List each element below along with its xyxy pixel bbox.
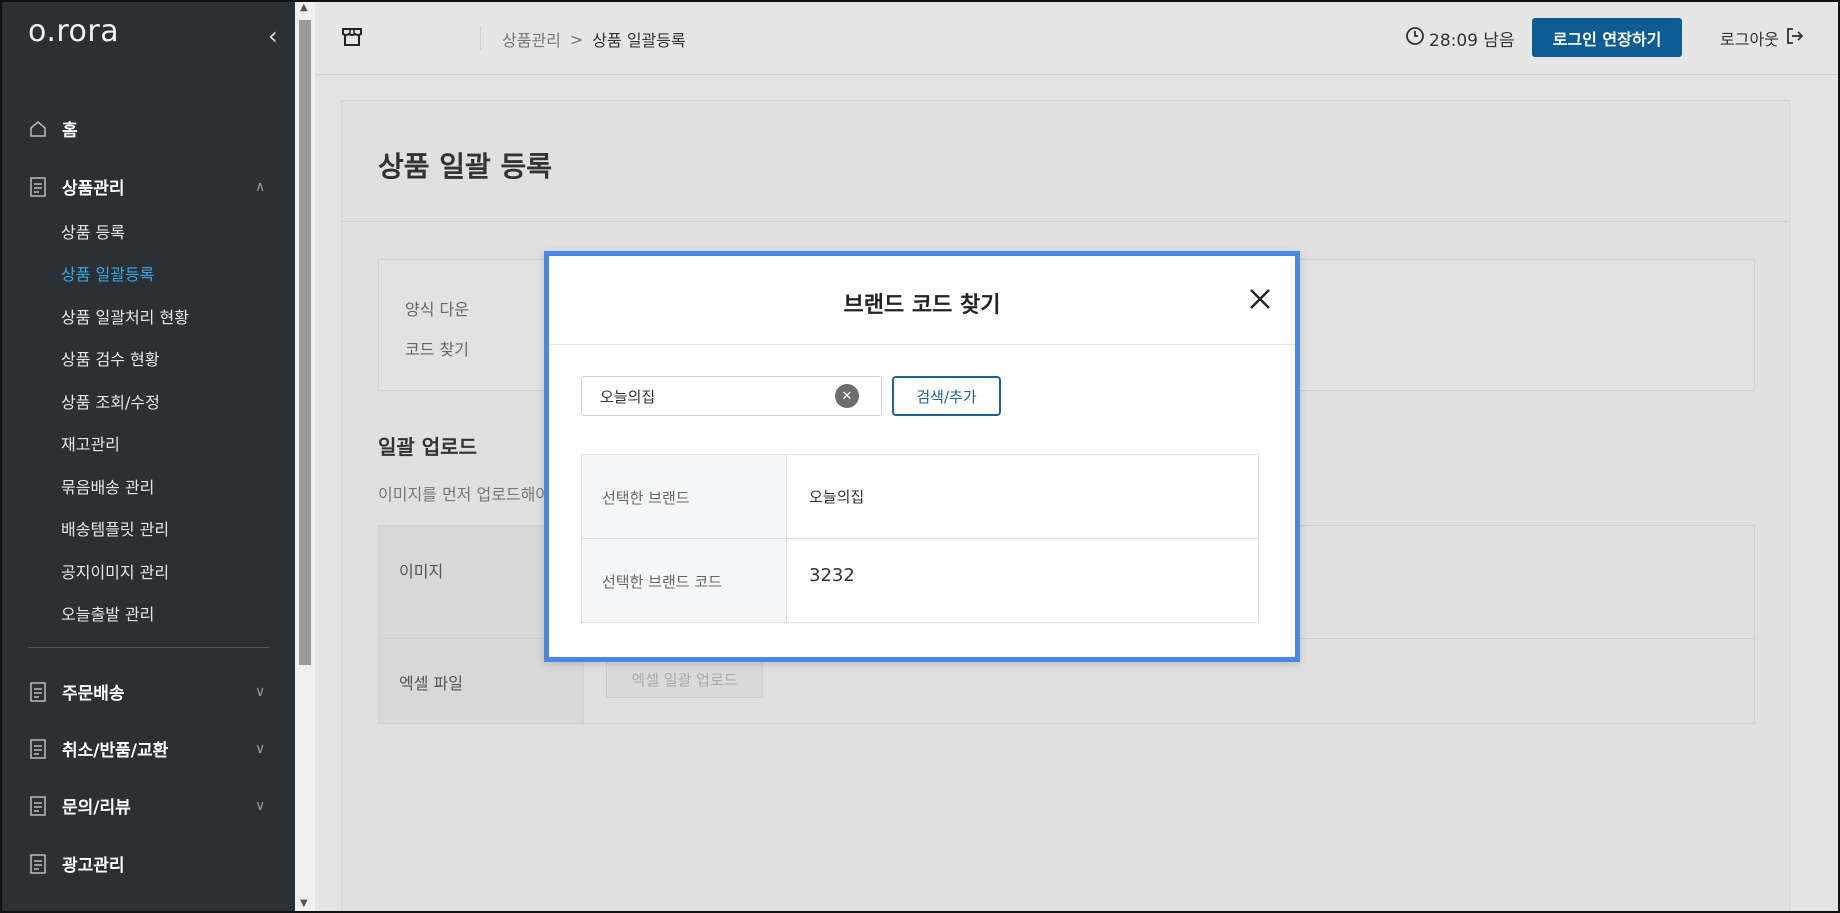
sidebar-item-order-delivery[interactable]: 주문배송 ∨ [28, 679, 265, 704]
table-row: 선택한 브랜드 오늘의집 [582, 455, 1258, 539]
top-header: 상품관리 > 상품 일괄등록 28:09 남음 로그인 연장하기 로그아웃 [315, 0, 1840, 75]
document-icon [28, 176, 48, 197]
sidebar-item-home[interactable]: 홈 [28, 116, 78, 141]
selected-code-value: 3232 [809, 565, 855, 586]
selected-brand-label: 선택한 브랜드 [602, 489, 690, 507]
chevron-down-icon: ∨ [255, 740, 266, 757]
info-code-search: 코드 찾기 [405, 340, 469, 359]
sidebar-item-label: 문의/리뷰 [62, 798, 131, 818]
clock-icon [1405, 26, 1425, 51]
sidebar-subitem-inventory[interactable]: 재고관리 [61, 431, 120, 455]
collapse-sidebar-icon[interactable]: ‹ [268, 22, 278, 50]
selected-brand-value: 오늘의집 [809, 488, 865, 506]
modal-title: 브랜드 코드 찾기 [843, 293, 1001, 318]
document-icon [28, 853, 48, 874]
sidebar-item-cancel-return[interactable]: 취소/반품/교환 ∨ [28, 736, 265, 761]
chevron-up-icon: ∧ [255, 178, 266, 195]
info-template-download: 양식 다운 [405, 300, 469, 319]
row-label-cell: 선택한 브랜드 [582, 455, 787, 538]
breadcrumb: 상품관리 > 상품 일괄등록 [502, 27, 686, 51]
sidebar-subitem-bundle-shipping[interactable]: 묶음배송 관리 [61, 474, 154, 498]
sidebar-item-label: 취소/반품/교환 [62, 741, 169, 761]
document-icon [28, 795, 48, 816]
scrollbar-thumb[interactable] [299, 20, 311, 665]
table-row: 선택한 브랜드 코드 3232 [582, 539, 1258, 622]
image-row-label: 이미지 [399, 562, 444, 581]
sidebar-item-label: 홈 [62, 121, 78, 141]
page-header: 상품 일괄 등록 [342, 101, 1789, 222]
sidebar-subitem-bulk-status[interactable]: 상품 일괄처리 현황 [61, 304, 189, 328]
sidebar-subitem-inspection-status[interactable]: 상품 검수 현황 [61, 346, 160, 370]
logout-button[interactable]: 로그아웃 [1720, 26, 1805, 50]
sidebar-item-label: 상품관리 [62, 179, 125, 199]
breadcrumb-separator: > [569, 29, 584, 49]
brand-search-input[interactable] [582, 377, 832, 415]
logout-icon [1785, 26, 1805, 50]
breadcrumb-parent[interactable]: 상품관리 [502, 27, 561, 51]
row-label-cell: 선택한 브랜드 코드 [582, 539, 787, 622]
scroll-up-arrow-icon[interactable]: ▲ [300, 2, 308, 13]
sidebar: o.rora ‹ 홈 상품관리 ∧ 상품 등록 상품 일괄등록 상품 일괄처리 … [0, 0, 295, 913]
modal-header: 브랜드 코드 찾기 [549, 256, 1295, 345]
sidebar-subitem-today-shipping[interactable]: 오늘출발 관리 [61, 601, 154, 625]
upload-section-desc: 이미지를 먼저 업로드해야 [378, 485, 551, 504]
document-icon [28, 738, 48, 759]
search-add-button[interactable]: 검색/추가 [892, 376, 1001, 416]
sidebar-subitem-notice-image[interactable]: 공지이미지 관리 [61, 559, 169, 583]
chevron-down-icon: ∨ [255, 683, 266, 700]
sidebar-divider [28, 647, 269, 648]
logout-label: 로그아웃 [1720, 30, 1779, 49]
sidebar-item-label: 광고관리 [62, 856, 125, 876]
breadcrumb-current: 상품 일괄등록 [592, 31, 686, 50]
sidebar-item-ad-mgmt[interactable]: 광고관리 [28, 851, 125, 876]
sidebar-subitem-product-register[interactable]: 상품 등록 [61, 219, 125, 243]
timer-text: 28:09 남음 [1429, 31, 1515, 51]
page-scrollbar[interactable]: ▲ ▼ [295, 0, 315, 913]
session-timer: 28:09 남음 [1405, 26, 1515, 51]
sidebar-subitem-product-search[interactable]: 상품 조회/수정 [61, 389, 160, 413]
chevron-down-icon: ∨ [255, 797, 266, 814]
excel-bulk-upload-button[interactable]: 엑셀 일괄 업로드 [606, 661, 763, 698]
sidebar-subitem-shipping-template[interactable]: 배송템플릿 관리 [61, 516, 169, 540]
header-divider [480, 26, 481, 50]
upload-section-title: 일괄 업로드 [378, 435, 477, 459]
sidebar-item-product-mgmt[interactable]: 상품관리 ∧ [28, 174, 265, 199]
home-icon [28, 119, 48, 139]
close-icon[interactable] [1242, 281, 1278, 317]
scroll-down-arrow-icon[interactable]: ▼ [300, 898, 308, 909]
extend-login-button[interactable]: 로그인 연장하기 [1532, 18, 1682, 57]
app-logo[interactable]: o.rora [28, 14, 119, 49]
excel-row-label: 엑셀 파일 [399, 674, 463, 693]
document-icon [28, 681, 48, 702]
sidebar-subitem-bulk-register[interactable]: 상품 일괄등록 [61, 261, 154, 285]
store-icon[interactable] [341, 26, 363, 52]
selected-code-label: 선택한 브랜드 코드 [602, 573, 722, 591]
sidebar-item-inquiry-review[interactable]: 문의/리뷰 ∨ [28, 793, 265, 818]
clear-input-icon[interactable]: ✕ [835, 384, 859, 408]
brand-code-search-modal: 브랜드 코드 찾기 ✕ 검색/추가 선택한 브랜드 오늘의집 선택한 브랜드 코… [544, 251, 1300, 662]
page-title: 상품 일괄 등록 [378, 150, 553, 183]
selected-brand-table: 선택한 브랜드 오늘의집 선택한 브랜드 코드 3232 [581, 454, 1259, 623]
sidebar-item-label: 주문배송 [62, 684, 125, 704]
brand-search-field: ✕ [581, 376, 882, 416]
